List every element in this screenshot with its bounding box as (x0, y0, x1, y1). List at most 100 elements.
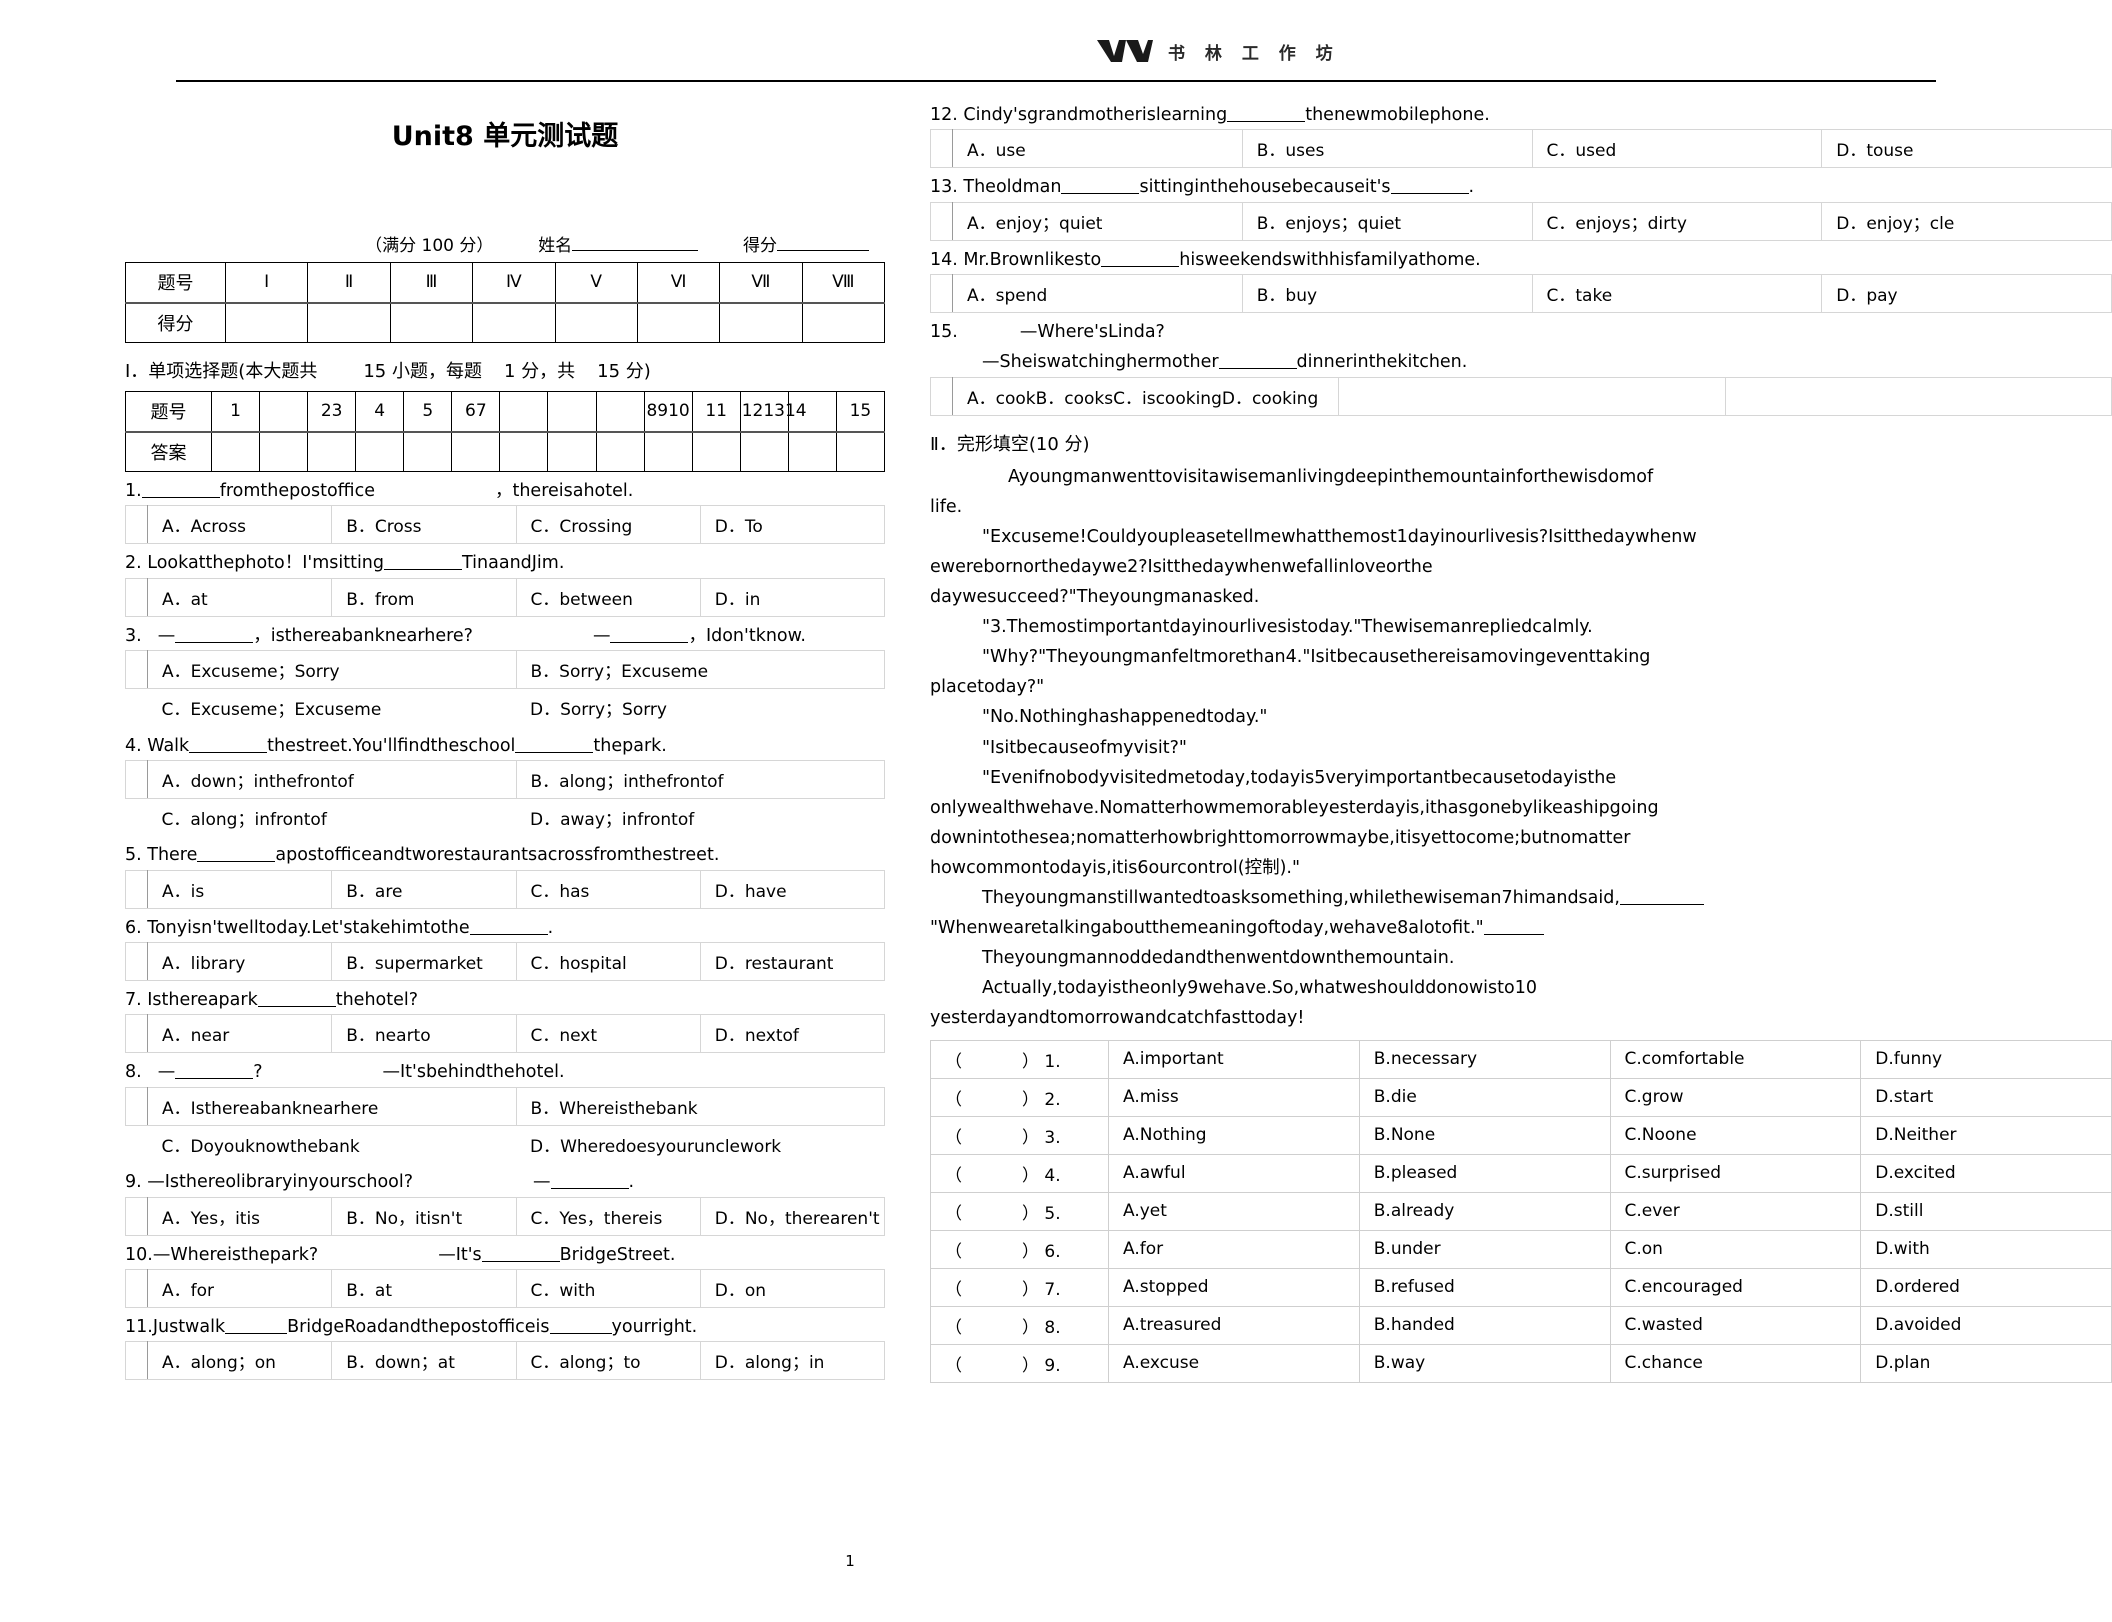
q15-option-all[interactable]: A．cookB．cooksC．iscookingD．cooking (951, 376, 1340, 416)
q8-blank[interactable] (175, 1078, 254, 1080)
score-cell-5[interactable] (554, 302, 638, 343)
q13-option-a[interactable]: A．enjoy；quiet (952, 201, 1243, 241)
q14-option-b[interactable]: B．buy (1241, 274, 1533, 314)
answer-cell-11[interactable] (691, 431, 741, 472)
q4-option-a[interactable]: A．down；inthefrontof (147, 759, 517, 799)
q9-option-a[interactable]: A．Yes，itis (146, 1196, 333, 1236)
q12-option-b[interactable]: B．uses (1241, 129, 1533, 169)
q7-blank[interactable] (257, 1006, 336, 1008)
q6-option-c[interactable]: C．hospital (515, 942, 701, 982)
cloze-row-5-num[interactable]: （ ） 5. (930, 1191, 1109, 1231)
q2-option-a[interactable]: A．at (146, 577, 333, 617)
q2-option-c[interactable]: C．between (515, 577, 701, 617)
cloze-row-3-b[interactable]: B.None (1358, 1115, 1611, 1155)
q6-blank[interactable] (469, 933, 548, 935)
cloze-row-8-d[interactable]: D.avoided (1860, 1305, 2112, 1345)
answer-cell-14[interactable] (835, 431, 886, 472)
cloze-row-8-a[interactable]: A.treasured (1108, 1305, 1360, 1345)
cloze-row-7-b[interactable]: B.refused (1358, 1267, 1611, 1307)
cloze-row-6-c[interactable]: C.on (1609, 1229, 1862, 1269)
q4-blank-b[interactable] (515, 751, 594, 753)
q5-blank[interactable] (197, 861, 276, 863)
cloze-row-1-a[interactable]: A.important (1108, 1039, 1360, 1079)
q3-blank-a[interactable] (175, 641, 254, 643)
q6-option-d[interactable]: D．restaurant (699, 942, 886, 982)
answer-cell-7[interactable] (499, 431, 549, 472)
q13-option-c[interactable]: C．enjoys；dirty (1531, 201, 1823, 241)
q4-option-c[interactable]: C．along；infrontof (148, 798, 517, 836)
cloze-row-1-num[interactable]: （ ） 1. (930, 1039, 1109, 1079)
score-input-blank[interactable] (777, 250, 869, 251)
cloze-row-6-b[interactable]: B.under (1358, 1229, 1611, 1269)
cloze-row-9-d[interactable]: D.plan (1860, 1343, 2112, 1383)
q15-blank[interactable] (1218, 368, 1297, 370)
q7-option-c[interactable]: C．next (515, 1014, 701, 1054)
answer-cell-3[interactable] (307, 431, 357, 472)
q10-option-b[interactable]: B．at (331, 1268, 517, 1308)
cloze-row-7-d[interactable]: D.ordered (1860, 1267, 2112, 1307)
q10-option-d[interactable]: D．on (699, 1268, 886, 1308)
q3-option-b[interactable]: B．Sorry；Excuseme (515, 650, 885, 690)
answer-cell-10[interactable] (643, 431, 693, 472)
q13-option-d[interactable]: D．enjoy；cle (1821, 201, 2112, 241)
q11-option-d[interactable]: D．along；in (699, 1341, 886, 1381)
q3-blank-b[interactable] (610, 641, 689, 643)
answer-cell-2[interactable] (259, 431, 309, 472)
answer-cell-8[interactable] (547, 431, 597, 472)
cloze-row-3-num[interactable]: （ ） 3. (930, 1115, 1109, 1155)
q4-option-b[interactable]: B．along；inthefrontof (515, 759, 885, 799)
q2-option-d[interactable]: D．in (699, 577, 886, 617)
q1-option-c[interactable]: C．Crossing (515, 505, 701, 545)
q9-option-b[interactable]: B．No，itisn't (331, 1196, 517, 1236)
cloze-row-5-d[interactable]: D.still (1860, 1191, 2112, 1231)
answer-cell-5[interactable] (403, 431, 453, 472)
score-cell-8[interactable] (801, 302, 886, 343)
cloze-row-2-c[interactable]: C.grow (1609, 1077, 1862, 1117)
cloze-row-2-b[interactable]: B.die (1358, 1077, 1611, 1117)
q8-option-a[interactable]: A．Isthereabanknearhere (147, 1086, 517, 1126)
q7-option-d[interactable]: D．nextof (699, 1014, 886, 1054)
cloze-row-7-a[interactable]: A.stopped (1108, 1267, 1360, 1307)
q12-option-c[interactable]: C．used (1531, 129, 1823, 169)
cloze-row-4-num[interactable]: （ ） 4. (930, 1153, 1109, 1193)
answer-cell-13[interactable] (787, 431, 837, 472)
q8-option-c[interactable]: C．Doyouknowthebank (148, 1125, 517, 1163)
q1-option-d[interactable]: D．To (699, 505, 886, 545)
q2-option-b[interactable]: B．from (331, 577, 517, 617)
q11-blank-a[interactable] (225, 1332, 288, 1334)
cloze-row-3-c[interactable]: C.Noone (1609, 1115, 1862, 1155)
q12-blank[interactable] (1227, 121, 1306, 122)
cloze-row-7-c[interactable]: C.encouraged (1609, 1267, 1862, 1307)
cloze-line-15-blank[interactable] (1619, 904, 1704, 906)
q14-option-d[interactable]: D．pay (1821, 274, 2112, 314)
q13-option-b[interactable]: B．enjoys；quiet (1241, 201, 1533, 241)
answer-cell-4[interactable] (355, 431, 405, 472)
q3-option-a[interactable]: A．Excuseme；Sorry (147, 650, 517, 690)
cloze-row-1-c[interactable]: C.comfortable (1609, 1039, 1862, 1079)
cloze-row-5-b[interactable]: B.already (1358, 1191, 1611, 1231)
cloze-row-9-c[interactable]: C.chance (1609, 1343, 1862, 1383)
score-cell-6[interactable] (636, 302, 721, 343)
name-input-blank[interactable] (572, 250, 699, 251)
cloze-row-4-c[interactable]: C.surprised (1609, 1153, 1862, 1193)
q4-option-d[interactable]: D．away；infrontof (516, 798, 885, 836)
cloze-row-6-a[interactable]: A.for (1108, 1229, 1360, 1269)
cloze-row-6-d[interactable]: D.with (1860, 1229, 2112, 1269)
cloze-line-16-blank[interactable] (1483, 934, 1544, 936)
cloze-row-7-num[interactable]: （ ） 7. (930, 1267, 1109, 1307)
cloze-row-1-b[interactable]: B.necessary (1358, 1039, 1611, 1079)
q7-option-b[interactable]: B．nearto (331, 1014, 517, 1054)
q1-option-b[interactable]: B．Cross (331, 505, 517, 545)
q14-blank[interactable] (1101, 265, 1180, 267)
q8-option-d[interactable]: D．Wheredoesyourunclework (516, 1125, 885, 1163)
q9-blank[interactable] (550, 1188, 629, 1190)
cloze-row-2-a[interactable]: A.miss (1108, 1077, 1360, 1117)
q5-option-c[interactable]: C．has (515, 869, 701, 909)
q11-blank-b[interactable] (549, 1332, 612, 1334)
cloze-row-9-num[interactable]: （ ） 9. (930, 1343, 1109, 1383)
cloze-row-5-c[interactable]: C.ever (1609, 1191, 1862, 1231)
cloze-row-6-num[interactable]: （ ） 6. (930, 1229, 1109, 1269)
q10-option-c[interactable]: C．with (515, 1268, 701, 1308)
cloze-row-8-b[interactable]: B.handed (1358, 1305, 1611, 1345)
q13-blank-b[interactable] (1390, 193, 1469, 195)
